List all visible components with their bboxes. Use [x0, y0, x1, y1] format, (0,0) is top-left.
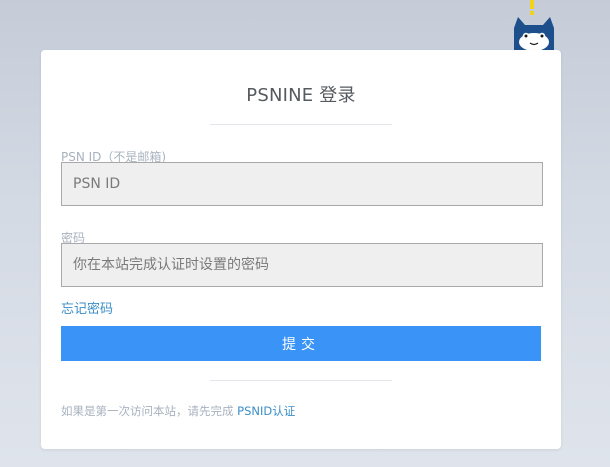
footer-divider — [210, 380, 392, 381]
forgot-password-link[interactable]: 忘记密码 — [61, 298, 113, 317]
login-card: PSNINE 登录 PSN ID（不是邮箱) 密码 忘记密码 提交 如果是第一次… — [41, 50, 561, 449]
submit-button[interactable]: 提交 — [61, 326, 541, 361]
psnid-auth-link[interactable]: PSNID认证 — [237, 404, 295, 418]
psn-id-input[interactable] — [61, 162, 543, 206]
title-divider — [210, 124, 392, 125]
password-input[interactable] — [61, 243, 543, 287]
footer-text: 如果是第一次访问本站，请先完成 — [61, 404, 238, 418]
footer-note: 如果是第一次访问本站，请先完成 PSNID认证 — [61, 403, 295, 419]
page-title: PSNINE 登录 — [246, 85, 356, 106]
mascot-icon — [508, 0, 560, 52]
